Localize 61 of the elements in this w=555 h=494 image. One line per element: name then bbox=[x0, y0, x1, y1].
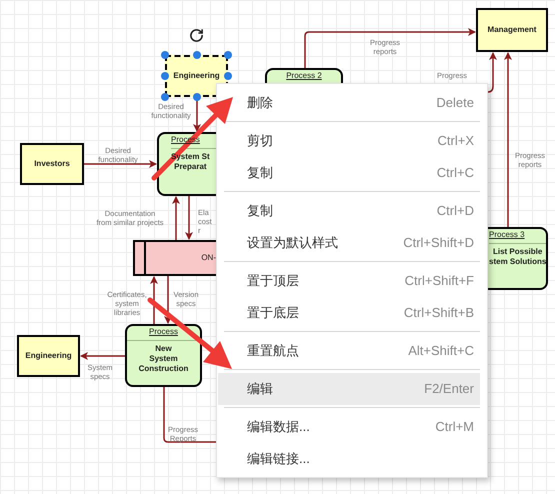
shortcut-text: Ctrl+Shift+B bbox=[404, 304, 474, 322]
resize-handle[interactable] bbox=[161, 51, 169, 59]
process-text: Preparat bbox=[173, 162, 208, 172]
menu-item[interactable]: 剪切 Ctrl+X bbox=[235, 125, 480, 157]
connector-arrow bbox=[80, 352, 125, 360]
process-text: New bbox=[154, 344, 173, 354]
entity-label: Engineering bbox=[173, 70, 220, 82]
process-title: Process 2 bbox=[286, 70, 322, 81]
menu-item[interactable]: 复制 Ctrl+D bbox=[235, 195, 480, 227]
menu-label: 删除 bbox=[247, 94, 273, 112]
menu-item[interactable]: 复制 Ctrl+C bbox=[235, 157, 480, 189]
entity-label: Management bbox=[488, 24, 536, 36]
process-text: System bbox=[148, 354, 179, 364]
store-label: ON- bbox=[201, 252, 216, 264]
process-title: Process bbox=[149, 326, 178, 337]
menu-label: 编辑 bbox=[247, 380, 273, 398]
menu-label: 复制 bbox=[247, 202, 273, 220]
resize-handle[interactable] bbox=[193, 51, 201, 59]
menu-item[interactable]: 设置为默认样式 Ctrl+Shift+D bbox=[235, 227, 480, 259]
menu-item[interactable]: 删除 Delete bbox=[235, 87, 480, 119]
menu-label: 编辑数据... bbox=[247, 418, 310, 436]
process-text: Construction bbox=[138, 364, 188, 374]
menu-label: 重置航点 bbox=[247, 342, 299, 360]
connector-line bbox=[163, 387, 216, 443]
shortcut-text: Delete bbox=[436, 94, 474, 112]
shortcut-text: Alt+Shift+C bbox=[408, 342, 474, 360]
process-text: List Possible bbox=[492, 247, 544, 257]
menu-label: 编辑链接... bbox=[247, 450, 310, 468]
menu-label: 置于顶层 bbox=[247, 272, 299, 290]
menu-label: 剪切 bbox=[247, 132, 273, 150]
process-text: stem Solutions bbox=[489, 257, 546, 267]
connector-arrow bbox=[172, 196, 180, 240]
connector-arrow bbox=[150, 276, 158, 324]
resize-handle[interactable] bbox=[224, 72, 232, 80]
entity-label: Investors bbox=[34, 158, 70, 170]
shortcut-text: Ctrl+X bbox=[438, 132, 474, 150]
rotate-icon[interactable] bbox=[189, 28, 204, 43]
shortcut-text: Ctrl+Shift+F bbox=[404, 272, 474, 290]
process-title: Process 3 bbox=[489, 229, 525, 240]
menu-item[interactable]: 重置航点 Alt+Shift+C bbox=[235, 335, 480, 367]
menu-label: 置于底层 bbox=[247, 304, 299, 322]
connector-arrow bbox=[488, 52, 497, 93]
menu-item[interactable]: 置于底层 Ctrl+Shift+B bbox=[235, 297, 480, 329]
menu-label: 设置为默认样式 bbox=[247, 234, 338, 252]
connector-arrow bbox=[164, 276, 172, 324]
shortcut-text: Ctrl+D bbox=[436, 202, 474, 220]
shortcut-text: F2/Enter bbox=[424, 380, 474, 398]
resize-handle[interactable] bbox=[161, 72, 169, 80]
connector-arrow bbox=[185, 196, 193, 240]
menu-item[interactable]: 置于顶层 Ctrl+Shift+F bbox=[235, 265, 480, 297]
menu-item[interactable]: 编辑链接... bbox=[235, 443, 480, 475]
menu-label: 复制 bbox=[247, 164, 273, 182]
resize-handle[interactable] bbox=[193, 93, 201, 101]
shortcut-text: Ctrl+C bbox=[436, 164, 474, 182]
menu-item[interactable]: 编辑数据... Ctrl+M bbox=[235, 411, 480, 443]
resize-handle[interactable] bbox=[161, 93, 169, 101]
shortcut-text: Ctrl+Shift+D bbox=[403, 234, 474, 252]
menu-item[interactable]: 编辑 F2/Enter bbox=[218, 373, 480, 405]
resize-handle[interactable] bbox=[224, 51, 232, 59]
shortcut-text: Ctrl+M bbox=[435, 418, 474, 436]
entity-label: Engineering bbox=[25, 350, 72, 362]
